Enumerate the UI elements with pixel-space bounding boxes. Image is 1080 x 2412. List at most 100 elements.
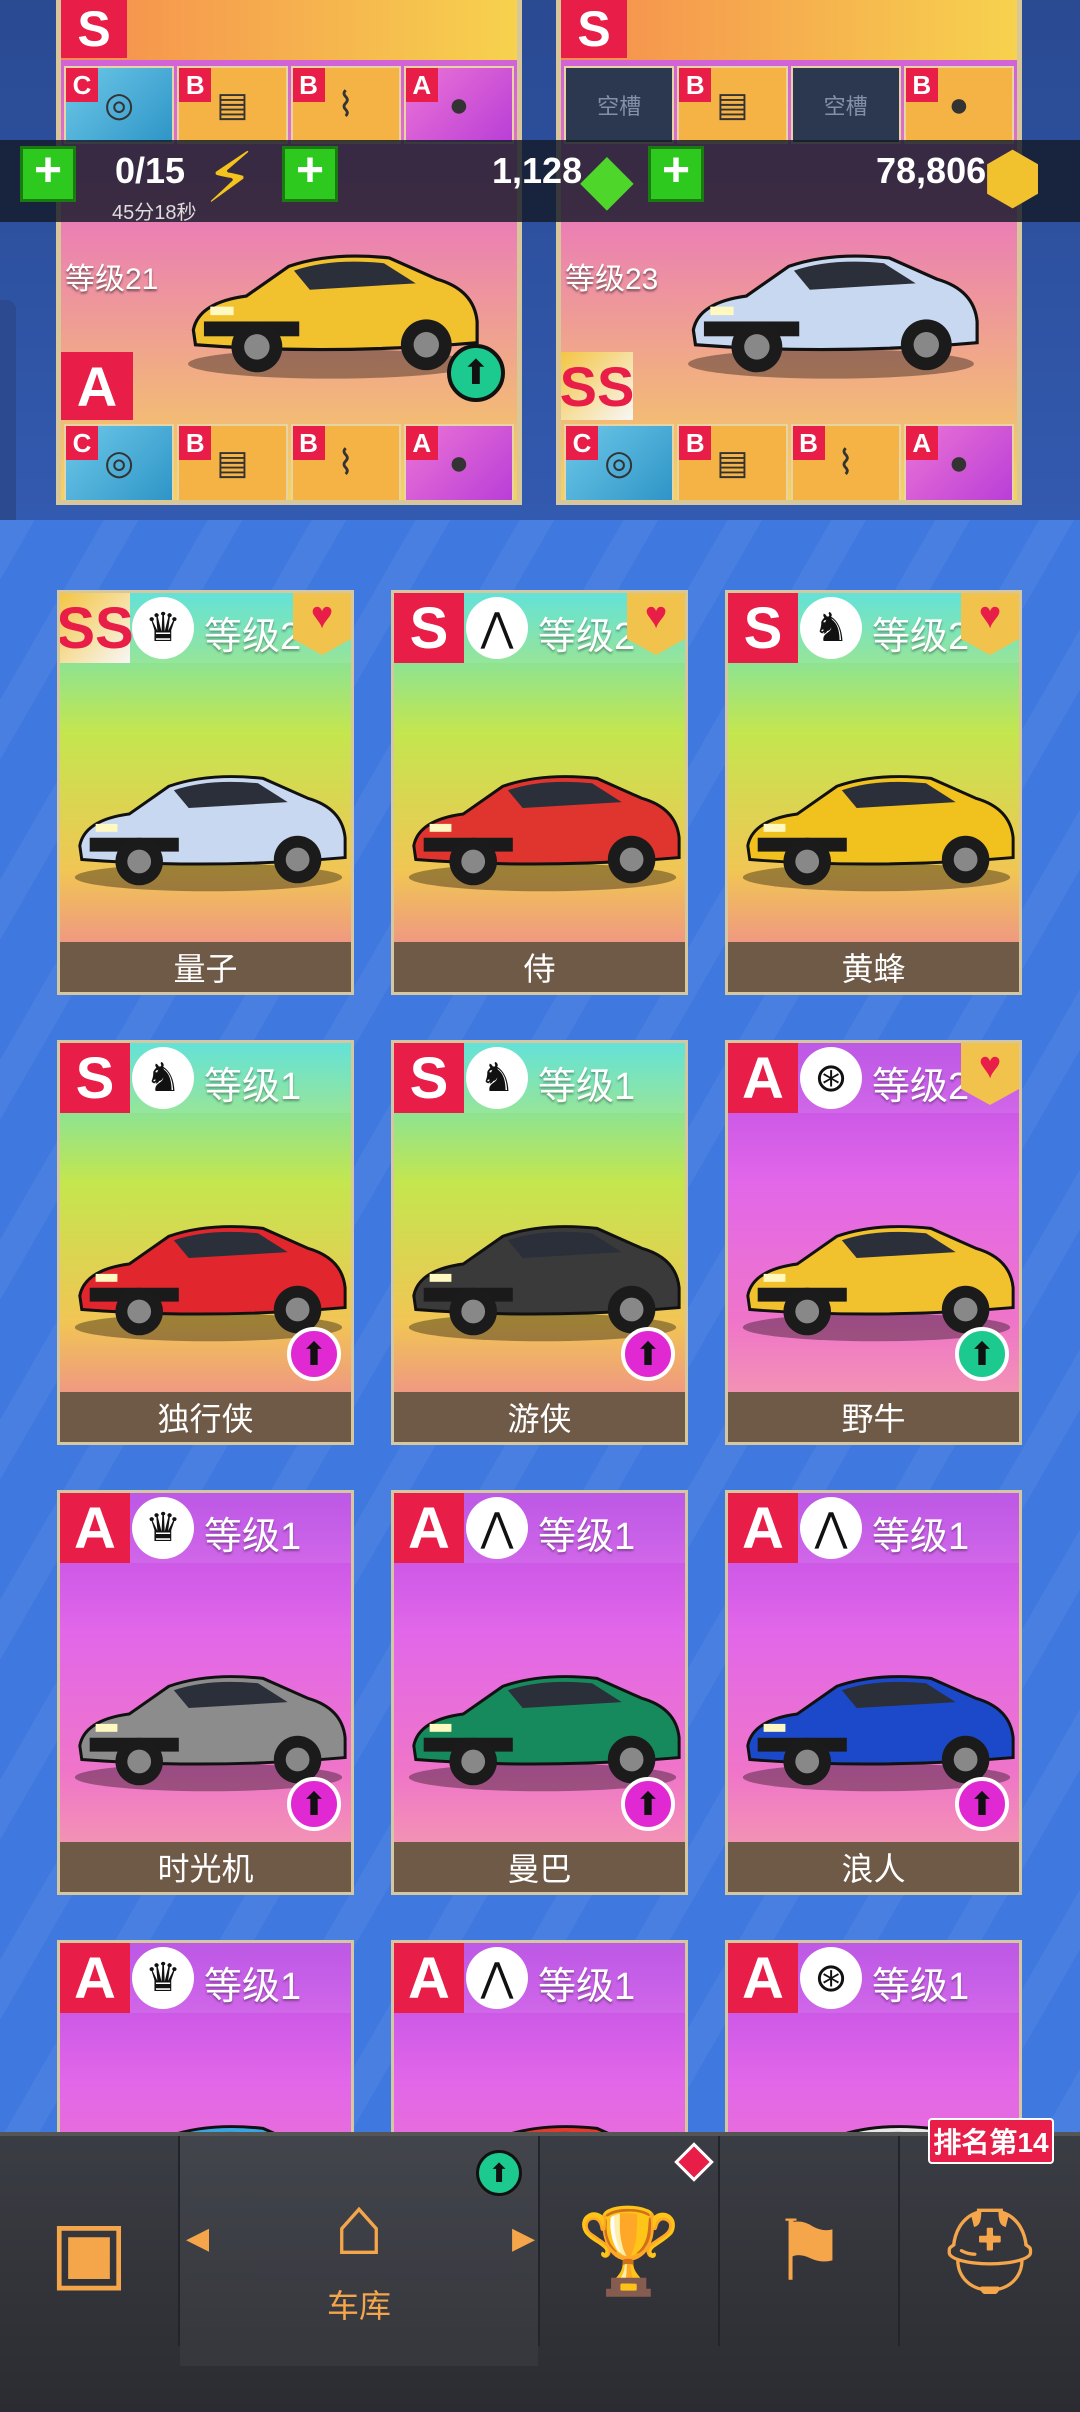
add-energy-button[interactable]: + — [20, 146, 76, 202]
car-card[interactable]: SS ♛ 等级2 ♥ 量子 — [57, 590, 354, 995]
part-slot[interactable]: 空槽 — [790, 66, 901, 144]
part-rank: C — [566, 426, 598, 460]
car-name: 黄蜂 — [728, 942, 1019, 992]
car-level: 等级1 — [538, 1066, 636, 1108]
featured-car-card[interactable]: S C ◎ B ▤ B ⌇ A ● 等级21 A ⬆ C ◎ B ▤ B ⌇ A ● — [56, 0, 522, 505]
rank-badge: S — [60, 1043, 130, 1113]
part-rank: C — [66, 426, 98, 460]
car-illustration — [408, 775, 681, 892]
car-name: 独行侠 — [60, 1392, 351, 1442]
rank-badge: SS — [60, 593, 134, 663]
rank-badge: A — [60, 1493, 130, 1563]
garage-car-icon: ⌂ — [333, 2178, 385, 2272]
part-slot[interactable]: A ● — [903, 424, 1014, 500]
rank-badge: A — [394, 1493, 464, 1563]
part-rank: C — [66, 68, 98, 102]
part-slot[interactable]: B ▤ — [177, 66, 288, 144]
tire-icon: ● — [448, 85, 470, 124]
lightning-bolt-icon: ⚡ — [205, 139, 255, 217]
nav-race[interactable]: ⚑ — [720, 2136, 898, 2366]
upgrade-arrow-icon[interactable]: ⬆ — [287, 1327, 341, 1381]
nav-right-arrow-icon[interactable]: ▶ — [512, 2221, 535, 2256]
featured-top-strip — [561, 0, 1017, 60]
part-slot[interactable]: 空槽 — [564, 66, 675, 144]
tire-icon: ● — [948, 85, 970, 124]
upgrade-arrow-icon[interactable]: ⬆ — [621, 1777, 675, 1831]
featured-top-strip — [61, 0, 517, 60]
part-slot[interactable]: B ▤ — [177, 424, 288, 500]
rank-badge: S — [728, 593, 798, 663]
car-name: 曼巴 — [394, 1842, 685, 1892]
shock-absorber-icon: ⌇ — [337, 444, 354, 482]
ecu-icon: ▤ — [716, 86, 749, 124]
nav-left-arrow-icon[interactable]: ◀ — [186, 2221, 209, 2256]
featured-level: 等级21 — [65, 263, 159, 296]
road-icon: ⋀ — [466, 1947, 528, 2009]
car-card[interactable]: A ♛ 等级1 ⬆ 时光机 — [57, 1490, 354, 1895]
featured-rank: A — [61, 352, 133, 420]
upgrade-arrow-icon[interactable]: ⬆ — [447, 344, 505, 402]
car-card[interactable]: A ⋀ 等级1 ⬆ 浪人 — [725, 1490, 1022, 1895]
car-name: 时光机 — [60, 1842, 351, 1892]
car-illustration — [688, 254, 979, 379]
car-card[interactable]: S ♞ 等级1 ⬆ 游侠 — [391, 1040, 688, 1445]
part-rank: B — [292, 68, 325, 102]
turbo-icon: ◎ — [604, 444, 634, 482]
green-gem-icon: ◆ — [580, 139, 634, 217]
nav-profile[interactable]: ⛑ — [900, 2136, 1080, 2366]
part-rank: B — [792, 426, 825, 460]
upgrade-arrow-icon[interactable]: ⬆ — [621, 1327, 675, 1381]
nav-shop[interactable]: ▣ — [0, 2136, 178, 2366]
car-name: 侍 — [394, 942, 685, 992]
energy-value: 0/15 — [115, 150, 186, 191]
part-rank: B — [679, 426, 712, 460]
part-slot[interactable]: A ● — [403, 424, 514, 500]
upgrade-arrow-icon[interactable]: ⬆ — [955, 1327, 1009, 1381]
add-coins-button[interactable]: + — [648, 146, 704, 202]
part-rank: B — [179, 426, 212, 460]
bottom-nav: ▣ ⌂ 车库 ◀ ▶ 🏆 ⚑ ⛑ — [0, 2132, 1080, 2412]
part-slot[interactable]: B ⌇ — [290, 66, 401, 144]
car-name: 游侠 — [394, 1392, 685, 1442]
garage-upgrade-icon: ⬆ — [476, 2150, 522, 2196]
featured-parts: C ◎ B ▤ B ⌇ A ● — [561, 424, 1017, 500]
featured-car-card[interactable]: S 空槽 B ▤ 空槽 B ● 等级23 SS C ◎ B ▤ B ⌇ A ● — [556, 0, 1022, 505]
car-level: 等级1 — [872, 1966, 970, 2008]
part-slot[interactable]: B ⌇ — [790, 424, 901, 500]
part-slot[interactable]: A ● — [403, 66, 514, 144]
helmet-icon: ⛑ — [936, 2204, 1044, 2298]
part-rank: A — [905, 426, 938, 460]
car-illustration — [742, 775, 1015, 892]
car-name: 量子 — [60, 942, 351, 992]
car-level: 等级1 — [204, 1066, 302, 1108]
part-slot[interactable]: B ⌇ — [290, 424, 401, 500]
part-slot[interactable]: B ● — [903, 66, 1014, 144]
part-rank: B — [179, 68, 212, 102]
featured-rank: SS — [561, 352, 634, 420]
rank-badge: A — [394, 1943, 464, 2013]
shock-absorber-icon: ⌇ — [337, 86, 354, 124]
empty-slot-label: 空槽 — [597, 94, 642, 119]
car-card[interactable]: S ♞ 等级1 ⬆ 独行侠 — [57, 1040, 354, 1445]
part-slot[interactable]: B ▤ — [677, 66, 788, 144]
car-card[interactable]: S ♞ 等级2 ♥ 黄蜂 — [725, 590, 1022, 995]
add-gems-button[interactable]: + — [282, 146, 338, 202]
ecu-icon: ▤ — [216, 86, 249, 124]
horse-icon: ♞ — [466, 1047, 528, 1109]
ecu-icon: ▤ — [716, 444, 749, 482]
part-rank: B — [905, 68, 938, 102]
part-rank: A — [405, 426, 438, 460]
car-level: 等级2 — [204, 616, 302, 658]
turbo-icon: ◎ — [104, 86, 134, 124]
part-slot[interactable]: C ◎ — [564, 424, 675, 500]
part-slot[interactable]: B ▤ — [677, 424, 788, 500]
nav-garage-label: 车库 — [326, 2288, 391, 2324]
checkered-flags-icon: ⚑ — [771, 2204, 847, 2298]
part-slot[interactable]: C ◎ — [64, 424, 175, 500]
part-slot[interactable]: C ◎ — [64, 66, 175, 144]
car-card[interactable]: A ⊛ 等级2 ♥ ⬆ 野牛 — [725, 1040, 1022, 1445]
car-card[interactable]: A ⋀ 等级1 ⬆ 曼巴 — [391, 1490, 688, 1895]
car-card[interactable]: S ⋀ 等级2 ♥ 侍 — [391, 590, 688, 995]
upgrade-arrow-icon[interactable]: ⬆ — [955, 1777, 1009, 1831]
upgrade-arrow-icon[interactable]: ⬆ — [287, 1777, 341, 1831]
